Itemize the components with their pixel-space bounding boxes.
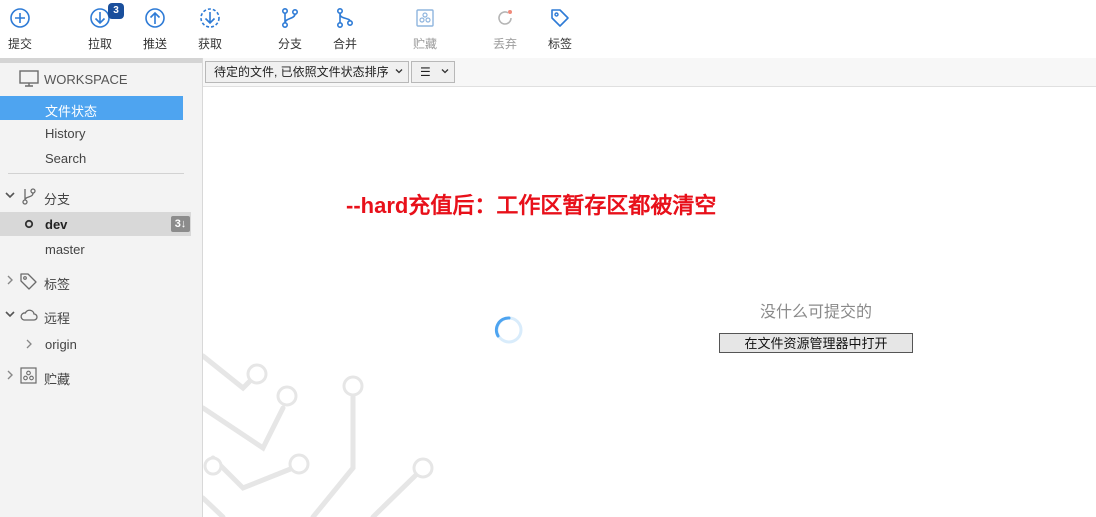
fetch-button[interactable]: 获取 (185, 0, 235, 58)
branch-icon (22, 188, 36, 205)
cloud-icon (20, 309, 38, 321)
sidebar-divider (8, 173, 184, 174)
plus-circle-icon (10, 8, 30, 28)
loading-spinner-icon (494, 316, 523, 344)
fetch-label: 获取 (197, 37, 222, 51)
file-status-label: 文件状态 (45, 104, 98, 119)
list-icon: ☰ (420, 65, 431, 79)
remotes-header[interactable]: 远程 (0, 303, 202, 327)
commit-button[interactable]: 提交 (0, 0, 45, 58)
push-button[interactable]: 推送 (130, 0, 180, 58)
branch-label: 分支 (277, 37, 302, 51)
tag-icon (551, 9, 569, 27)
circuit-decoration (203, 353, 434, 517)
sidebar-item-branch-master[interactable]: master (0, 237, 202, 261)
chevron-right-icon (26, 339, 32, 349)
pull-button[interactable]: 3 拉取 (75, 0, 125, 58)
chevron-down-icon (395, 69, 403, 74)
stash-button[interactable]: 贮藏 (400, 0, 450, 58)
remote-origin-label: origin (45, 337, 77, 352)
commit-label: 提交 (7, 37, 32, 51)
remotes-label: 远程 (44, 311, 71, 326)
branch-button[interactable]: 分支 (265, 0, 315, 58)
workspace-header: WORKSPACE (0, 67, 202, 91)
sidebar: WORKSPACE 文件状态 History Search 分支 dev 3↓ … (0, 58, 203, 517)
chevron-down-icon (5, 192, 15, 199)
chevron-right-icon (7, 370, 13, 380)
workspace-label: WORKSPACE (44, 72, 128, 87)
sidebar-item-branch-dev[interactable]: dev 3↓ (0, 212, 191, 236)
tags-label: 标签 (44, 277, 71, 292)
discard-label: 丢弃 (492, 37, 517, 51)
empty-state-message: 没什么可提交的 (760, 304, 873, 321)
main-panel: 待定的文件, 已依照文件状态排序 ☰ --hard充值后：工作区暂存区都被清空 … (203, 58, 1096, 517)
sidebar-item-file-status[interactable]: 文件状态 (0, 96, 183, 120)
monitor-icon (19, 70, 39, 87)
filter-bar: 待定的文件, 已依照文件状态排序 ☰ (203, 58, 1096, 87)
stashes-header[interactable]: 贮藏 (0, 364, 202, 388)
branch-master-label: master (45, 242, 85, 257)
stash-box-icon (20, 367, 37, 384)
chevron-down-icon (5, 311, 15, 318)
open-in-explorer-button[interactable]: 在文件资源管理器中打开 (719, 333, 913, 353)
sidebar-item-search[interactable]: Search (0, 146, 202, 170)
branch-dev-label: dev (45, 217, 68, 232)
branches-header[interactable]: 分支 (0, 184, 202, 208)
tag-label: 标签 (547, 37, 572, 51)
push-label: 推送 (142, 37, 167, 51)
annotation-text: --hard充值后：工作区暂存区都被清空 (346, 193, 717, 218)
current-branch-icon (24, 219, 34, 229)
behind-count-badge: 3↓ (171, 216, 190, 232)
sidebar-item-history[interactable]: History (0, 121, 202, 145)
sidebar-top-strip (0, 58, 202, 63)
chevron-right-icon (7, 275, 13, 285)
toolbar: 提交 3 拉取 推送 获取 分支 合并 贮藏 丢弃 标签 (0, 0, 1096, 59)
branches-label: 分支 (44, 192, 71, 207)
tags-header[interactable]: 标签 (0, 269, 202, 293)
sort-dropdown[interactable]: 待定的文件, 已依照文件状态排序 (205, 61, 409, 83)
merge-label: 合并 (332, 37, 357, 51)
discard-icon (498, 10, 512, 25)
pull-label: 拉取 (87, 37, 112, 51)
pull-count-badge: 3 (108, 3, 124, 19)
sidebar-item-remote-origin[interactable]: origin (0, 332, 202, 356)
fetch-icon (200, 8, 220, 28)
stash-box-icon (416, 9, 434, 27)
sort-dropdown-value: 待定的文件, 已依照文件状态排序 (214, 65, 389, 79)
view-mode-dropdown[interactable]: ☰ (411, 61, 455, 83)
chevron-down-icon (441, 69, 449, 74)
stashes-label: 贮藏 (44, 372, 71, 387)
merge-button[interactable]: 合并 (320, 0, 370, 58)
search-label: Search (45, 151, 87, 166)
stash-label: 贮藏 (412, 37, 437, 51)
discard-button[interactable]: 丢弃 (480, 0, 530, 58)
branch-icon (282, 7, 299, 28)
merge-icon (337, 7, 354, 28)
history-label: History (45, 126, 86, 141)
push-arrow-icon (145, 8, 165, 28)
tag-button[interactable]: 标签 (535, 0, 585, 58)
tag-icon (20, 273, 37, 290)
